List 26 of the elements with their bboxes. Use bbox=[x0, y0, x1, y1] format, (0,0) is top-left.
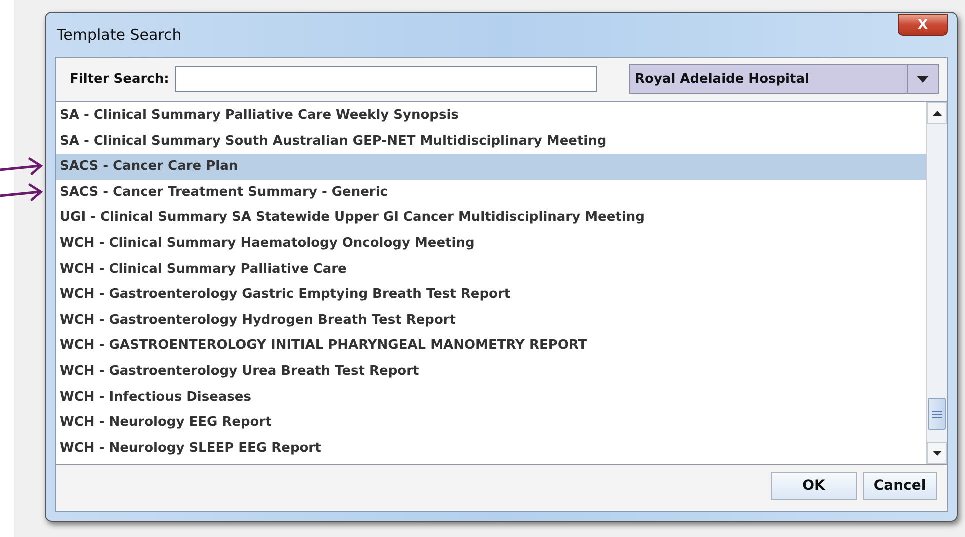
template-item[interactable]: WCH - Neurology EEG Report bbox=[56, 410, 926, 436]
template-item[interactable]: WCH - Gastroenterology Urea Breath Test Report bbox=[56, 358, 926, 385]
template-item[interactable]: SACS - Cancer Treatment Summary - Generic bbox=[56, 180, 926, 206]
filter-search-field[interactable] bbox=[175, 66, 598, 92]
template-item[interactable]: WCH - Neurology SLEEP EEG Report bbox=[56, 436, 926, 462]
ok-button[interactable]: OK bbox=[771, 472, 857, 500]
dropdown-caret-icon bbox=[917, 76, 929, 82]
hospital-dropdown[interactable]: Royal Adelaide Hospital bbox=[629, 64, 939, 94]
template-item[interactable]: WCH - Gastroenterology Gastric Emptying Breath Test Report bbox=[56, 282, 926, 308]
filter-label: Filter Search: bbox=[70, 72, 170, 86]
template-item[interactable]: WCH - Gastroenterology Hydrogen Breath Test Report bbox=[56, 308, 926, 334]
grip-icon bbox=[932, 410, 942, 418]
template-item[interactable]: WCH - Infectious Diseases bbox=[56, 384, 926, 410]
window-title: Template Search bbox=[56, 26, 182, 44]
scroll-up-icon bbox=[932, 110, 942, 116]
cancel-button[interactable]: Cancel bbox=[863, 472, 937, 500]
template-item[interactable]: UGI - Clinical Summary SA Statewide Upper GI Cancer Multidisciplinary Meeting bbox=[56, 205, 926, 231]
scrollbar[interactable] bbox=[926, 102, 947, 464]
template-item[interactable]: SA - Clinical Summary Palliative Care Weekly Synopsis bbox=[56, 103, 926, 129]
scroll-down-icon bbox=[932, 450, 942, 456]
template-item[interactable]: SA - Clinical Summary South Australian GEP-NET Multidisciplinary Meeting bbox=[56, 128, 926, 154]
template-item[interactable]: WCH - Clinical Summary Palliative Care bbox=[56, 256, 926, 282]
template-item[interactable]: WCH - Clinical Summary Haematology Oncology Meeting bbox=[56, 230, 926, 257]
template-item[interactable]: SACS - Cancer Care Plan bbox=[56, 154, 926, 180]
template-item[interactable]: WCH - GASTROENTEROLOGY INITIAL PHARYNGEAL MANOMETRY REPORT bbox=[56, 333, 926, 359]
close-button[interactable]: X bbox=[898, 14, 948, 36]
